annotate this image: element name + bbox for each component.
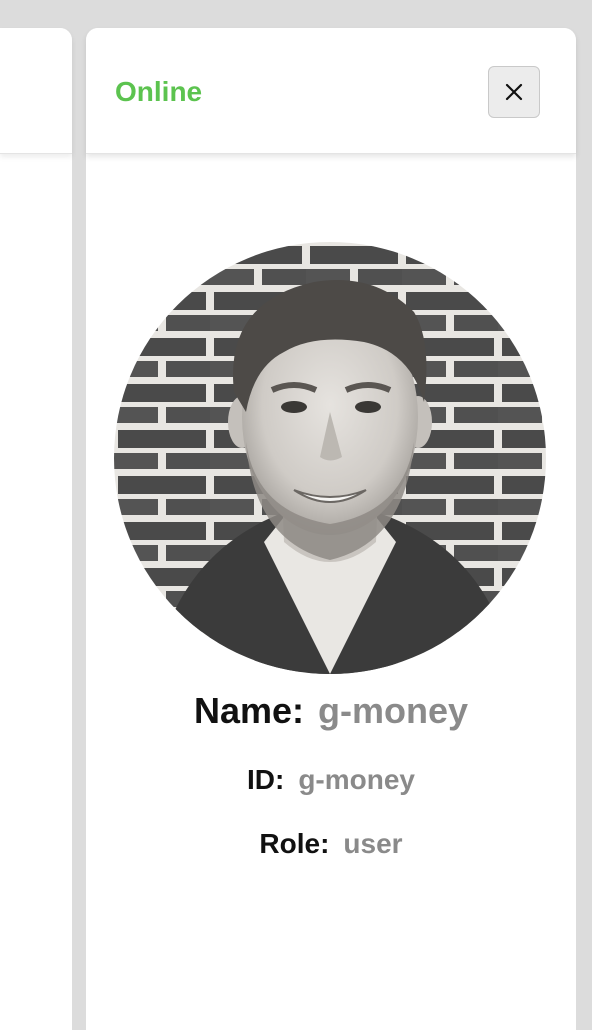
role-row: Role: user: [86, 828, 576, 860]
status-label: Online: [115, 76, 203, 107]
profile-header: Online: [86, 28, 576, 154]
close-icon: [505, 83, 523, 101]
id-label: ID:: [246, 764, 285, 795]
name-row: Name: g-money: [86, 690, 576, 732]
id-row: ID: g-money: [86, 764, 576, 796]
name-value: g-money: [318, 690, 469, 731]
left-panel-header: [0, 28, 72, 154]
avatar: [114, 242, 546, 674]
name-label: Name:: [193, 690, 305, 731]
id-value: g-money: [298, 764, 415, 795]
role-label: Role:: [259, 828, 330, 859]
role-value: user: [343, 828, 403, 859]
profile-panel: Online Name: g-money ID: g-money Role: u…: [86, 28, 576, 1030]
left-panel: [0, 28, 72, 1030]
close-button[interactable]: [488, 66, 540, 118]
